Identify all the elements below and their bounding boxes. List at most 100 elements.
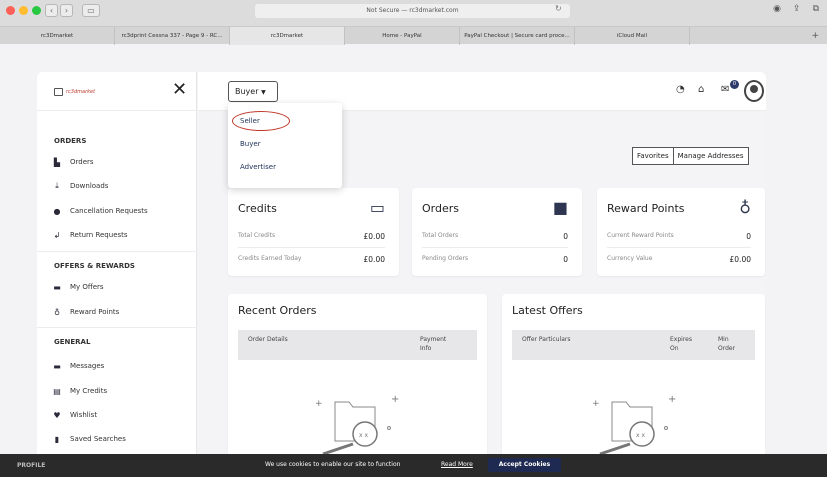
- empty-folder-illustration: + + x x: [592, 394, 676, 454]
- avatar[interactable]: [744, 80, 764, 102]
- money-bag-icon: ♁: [54, 307, 60, 317]
- orders-icon: ▙: [53, 157, 61, 167]
- column-header: Expires: [670, 336, 692, 343]
- quick-actions: Favorites Manage Addresses: [632, 147, 749, 165]
- shield-icon[interactable]: ◉: [773, 4, 781, 14]
- role-dropdown-menu: Seller Buyer Advertiser: [228, 103, 342, 188]
- cancel-icon: ●: [53, 206, 61, 216]
- divider: [37, 251, 197, 252]
- sidebar-item-my-credits[interactable]: ▤ My Credits: [53, 385, 107, 397]
- cookie-message: We use cookies to enable our site to fun…: [265, 461, 401, 468]
- recent-orders-panel: Recent Orders Order Details Payment Info…: [228, 294, 487, 477]
- close-window-button[interactable]: [6, 6, 15, 15]
- svg-text:x x: x x: [359, 432, 368, 439]
- stat-value: £0.00: [363, 255, 385, 264]
- stat-row: Credits Earned Today £0.00: [238, 255, 385, 265]
- divider: [37, 327, 197, 328]
- maximize-window-button[interactable]: [32, 6, 41, 15]
- manage-addresses-button[interactable]: Manage Addresses: [673, 147, 749, 165]
- credit-card-icon: ▭: [369, 198, 385, 217]
- stat-label: Total Credits: [238, 232, 276, 239]
- section-title-general: GENERAL: [54, 338, 91, 346]
- sidebar-item-messages[interactable]: ▬ Messages: [53, 360, 104, 372]
- browser-tab[interactable]: Home - PayPal: [345, 27, 460, 45]
- sidebar-item-my-offers[interactable]: ▬ My Offers: [53, 281, 104, 293]
- messages-icon: ▬: [53, 361, 61, 371]
- home-icon[interactable]: ⌂: [698, 84, 704, 95]
- download-icon: ⤓: [55, 181, 59, 190]
- menu-item-buyer[interactable]: Buyer: [240, 140, 261, 148]
- favorites-button[interactable]: Favorites: [632, 147, 674, 165]
- stat-label: Current Reward Points: [607, 232, 674, 239]
- sidebar-item-orders[interactable]: ▙ Orders: [53, 156, 94, 168]
- credits-card: Credits ▭ Total Credits £0.00 Credits Ea…: [228, 188, 399, 276]
- bookmark-icon: ▮: [54, 434, 60, 444]
- sidebar-item-label: Return Requests: [70, 231, 128, 239]
- return-icon: ↲: [53, 230, 61, 240]
- address-bar[interactable]: Not Secure — rc3dmarket.com: [255, 4, 570, 18]
- sidebar-item-cancellation-requests[interactable]: ● Cancellation Requests: [53, 205, 148, 217]
- empty-folder-illustration: + + x x: [315, 394, 399, 454]
- browser-tab[interactable]: PayPal Checkout | Secure card proce...: [460, 27, 575, 45]
- stat-row: Total Orders 0: [422, 232, 568, 242]
- window-controls: [6, 6, 41, 15]
- svg-text:x x: x x: [636, 432, 645, 439]
- sidebar-item-saved-searches[interactable]: ▮ Saved Searches: [53, 433, 126, 445]
- column-header: Order Details: [248, 336, 288, 343]
- stat-row: Pending Orders 0: [422, 255, 568, 265]
- stat-label: Currency Value: [607, 255, 653, 262]
- browser-tab[interactable]: rc3Dmarket: [0, 27, 115, 45]
- stat-value: 0: [746, 232, 751, 241]
- stat-label: Credits Earned Today: [238, 255, 302, 262]
- divider: [238, 247, 385, 248]
- sidebar-item-label: Orders: [70, 158, 94, 166]
- browser-tab[interactable]: iCloud Mail: [575, 27, 690, 45]
- column-header: Min: [718, 336, 729, 343]
- column-header: On: [670, 345, 679, 352]
- read-more-link[interactable]: Read More: [441, 461, 473, 468]
- stat-value: 0: [563, 255, 568, 264]
- role-switch-button[interactable]: Buyer ▼: [228, 81, 278, 102]
- close-icon[interactable]: ✕: [172, 81, 187, 99]
- sidebar-item-return-requests[interactable]: ↲ Return Requests: [53, 229, 128, 241]
- stat-value: £0.00: [363, 232, 385, 241]
- divider: [607, 247, 751, 248]
- sidebar-item-wishlist[interactable]: ♥ Wishlist: [53, 409, 97, 421]
- site-logo[interactable]: rc3dmarket: [54, 88, 95, 96]
- sidebar-item-reward-points[interactable]: ♁ Reward Points: [53, 306, 119, 318]
- share-icon[interactable]: ⇪: [793, 4, 801, 14]
- forward-icon[interactable]: ›: [60, 4, 73, 17]
- panel-title: Latest Offers: [512, 304, 583, 317]
- column-header: Order: [718, 345, 736, 352]
- back-icon[interactable]: ‹: [45, 4, 58, 17]
- accept-cookies-button[interactable]: Accept Cookies: [488, 458, 561, 472]
- sidebar: rc3dmarket ✕ ORDERS ▙ Orders ⤓ Downloads…: [37, 72, 197, 477]
- reward-points-card: Reward Points ♁ Current Reward Points 0 …: [597, 188, 765, 276]
- section-title-orders: ORDERS: [54, 137, 87, 145]
- new-tab-icon[interactable]: +: [690, 27, 827, 44]
- minimize-window-button[interactable]: [19, 6, 28, 15]
- browser-tab[interactable]: rc3dprint Cessna 337 - Page 9 - RC...: [115, 27, 230, 45]
- heart-icon: ♥: [53, 410, 61, 420]
- sidebar-item-label: Messages: [70, 362, 105, 370]
- sidebar-item-label: My Credits: [70, 387, 108, 395]
- sidebar-item-downloads[interactable]: ⤓ Downloads: [53, 180, 108, 192]
- browser-toolbar-icons: ◉ ⇪ ⧉: [773, 4, 819, 14]
- tab-strip: rc3Dmarket rc3dprint Cessna 337 - Page 9…: [0, 26, 827, 45]
- reload-icon[interactable]: ↻: [555, 4, 562, 13]
- column-header: Info: [420, 345, 432, 352]
- role-switch-label: Buyer: [235, 87, 259, 96]
- sidebar-toggle-icon[interactable]: ▭: [82, 4, 100, 17]
- table-header: Offer Particulars Expires On Min Order: [512, 330, 755, 360]
- browser-tab-active[interactable]: rc3Dmarket: [230, 27, 345, 45]
- tabs-overview-icon[interactable]: ⧉: [813, 4, 819, 14]
- stat-label: Total Orders: [422, 232, 459, 239]
- menu-item-seller[interactable]: Seller: [240, 117, 260, 125]
- sidebar-item-label: My Offers: [70, 283, 104, 291]
- stat-value: £0.00: [729, 255, 751, 264]
- menu-item-advertiser[interactable]: Advertiser: [240, 163, 276, 171]
- messages-icon[interactable]: ✉: [721, 84, 729, 95]
- speedometer-icon[interactable]: ◔: [676, 84, 685, 95]
- cookie-banner: PROFILE We use cookies to enable our sit…: [0, 454, 827, 477]
- sidebar-header: rc3dmarket ✕: [37, 72, 196, 111]
